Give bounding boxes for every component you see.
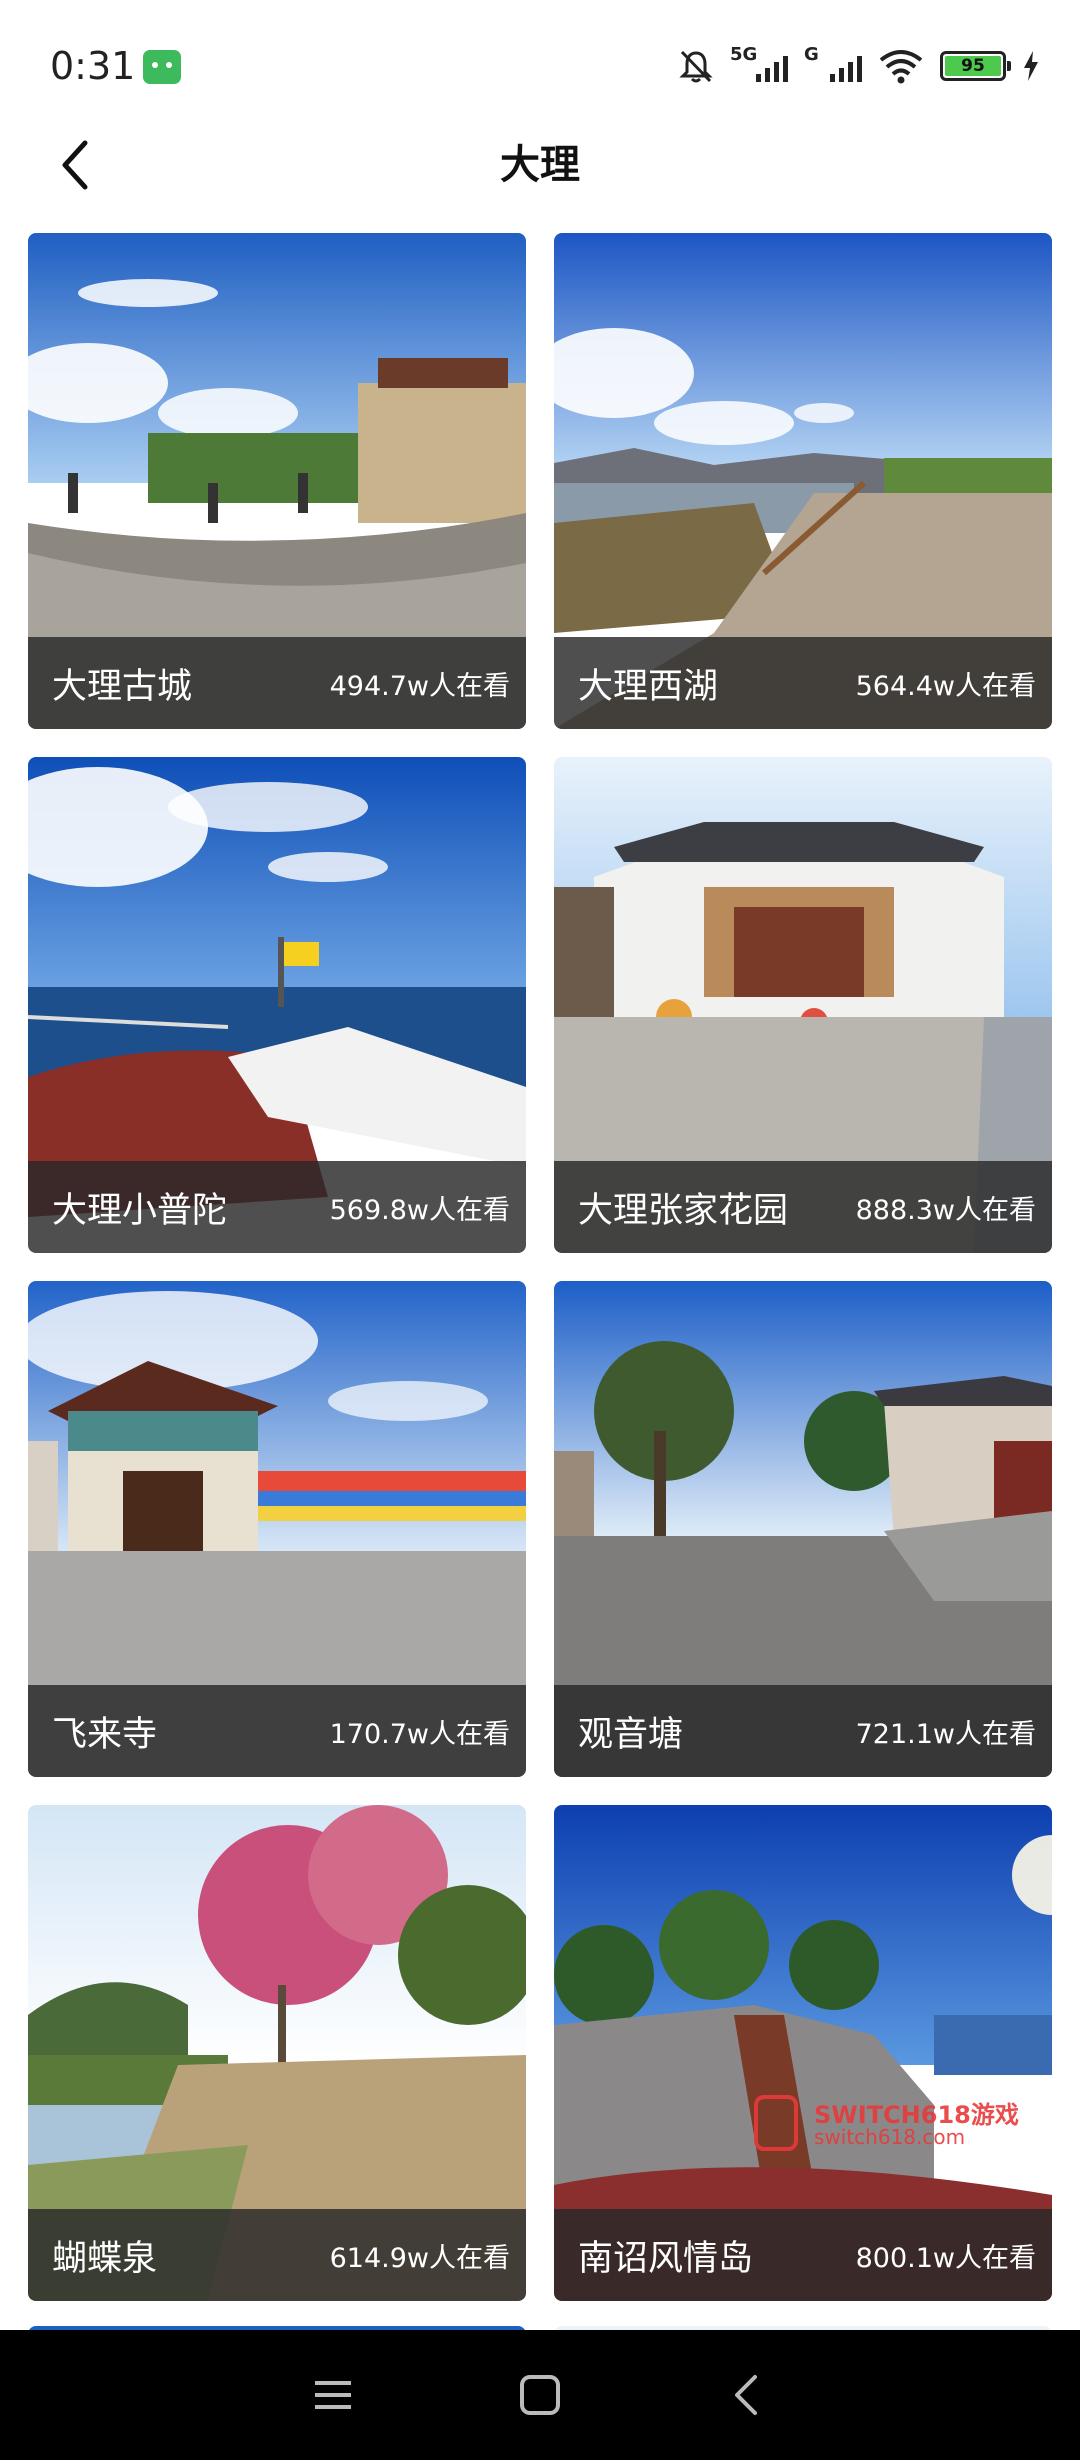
triangle-back-icon <box>734 2375 757 2415</box>
charging-icon <box>1024 51 1038 81</box>
square-icon <box>519 2375 560 2415</box>
spot-caption: 大理小普陀 569.8w人在看 <box>28 1161 526 1253</box>
spot-caption: 观音塘 721.1w人在看 <box>554 1685 1052 1777</box>
panorama-grid: 大理古城 494.7w人在看 大理西湖 564.4w人在看 大理小普陀 569.… <box>28 233 1052 2301</box>
nav-back-button[interactable] <box>707 2355 787 2435</box>
spot-name: 大理小普陀 <box>52 1190 228 1231</box>
menu-icon <box>315 2381 352 2409</box>
spot-views: 170.7w人在看 <box>329 1718 510 1750</box>
spot-card-guanyin-pond[interactable]: 观音塘 721.1w人在看 <box>554 1281 1052 1777</box>
spot-caption: 大理西湖 564.4w人在看 <box>554 637 1052 729</box>
battery-icon: 95 <box>940 51 1011 81</box>
spot-card-feilai-temple[interactable]: 飞来寺 170.7w人在看 <box>28 1281 526 1777</box>
signal-g-icon: G <box>804 44 862 82</box>
spot-name: 飞来寺 <box>52 1714 158 1755</box>
network-label-2: G <box>804 44 819 65</box>
home-button[interactable] <box>500 2355 580 2435</box>
network-label-1: 5G <box>730 44 758 65</box>
menu-button[interactable] <box>293 2355 373 2435</box>
wifi-icon <box>879 50 923 84</box>
spot-card-butterfly-spring[interactable]: 蝴蝶泉 614.9w人在看 <box>28 1805 526 2301</box>
spot-views: 564.4w人在看 <box>855 670 1036 702</box>
status-icons: 5G G 95 <box>678 44 1040 88</box>
spot-views: 888.3w人在看 <box>855 1194 1036 1226</box>
spot-caption: 蝴蝶泉 614.9w人在看 <box>28 2209 526 2301</box>
spot-caption: 南诏风情岛 800.1w人在看 <box>554 2209 1052 2301</box>
android-icon <box>143 50 181 84</box>
watermark-url: switch618.com <box>814 2125 966 2149</box>
spot-card-dali-west-lake[interactable]: 大理西湖 564.4w人在看 <box>554 233 1052 729</box>
page-title: 大理 <box>500 142 580 188</box>
spot-card-dali-xiao-putuo[interactable]: 大理小普陀 569.8w人在看 <box>28 757 526 1253</box>
spot-card-nanzhao-island[interactable]: SWITCH618游戏 switch618.com 南诏风情岛 800.1w人在… <box>554 1805 1052 2301</box>
spot-views: 721.1w人在看 <box>855 1718 1036 1750</box>
spot-card-dali-old-town[interactable]: 大理古城 494.7w人在看 <box>28 233 526 729</box>
switch-logo <box>754 2095 798 2151</box>
spot-name: 蝴蝶泉 <box>52 2238 158 2279</box>
status-time: 0:31 <box>50 44 136 88</box>
signal-5g-icon: 5G <box>730 44 788 82</box>
spot-views: 569.8w人在看 <box>329 1194 510 1226</box>
spot-caption: 飞来寺 170.7w人在看 <box>28 1685 526 1777</box>
spot-views: 614.9w人在看 <box>329 2242 510 2274</box>
spot-caption: 大理古城 494.7w人在看 <box>28 637 526 729</box>
system-nav-bar <box>0 2330 1080 2460</box>
spot-name: 大理张家花园 <box>578 1190 789 1231</box>
spot-name: 南诏风情岛 <box>578 2238 754 2279</box>
header: 大理 <box>0 110 1080 220</box>
spot-name: 观音塘 <box>578 1714 684 1755</box>
battery-level: 95 <box>945 56 1001 76</box>
spot-caption: 大理张家花园 888.3w人在看 <box>554 1161 1052 1253</box>
spot-name: 大理古城 <box>52 666 193 707</box>
mute-bell-icon <box>679 50 713 83</box>
watermark: SWITCH618游戏 switch618.com <box>754 2095 1052 2155</box>
spot-card-dali-zhang-garden[interactable]: 大理张家花园 888.3w人在看 <box>554 757 1052 1253</box>
spot-views: 800.1w人在看 <box>855 2242 1036 2274</box>
spot-name: 大理西湖 <box>578 666 719 707</box>
spot-views: 494.7w人在看 <box>329 670 510 702</box>
